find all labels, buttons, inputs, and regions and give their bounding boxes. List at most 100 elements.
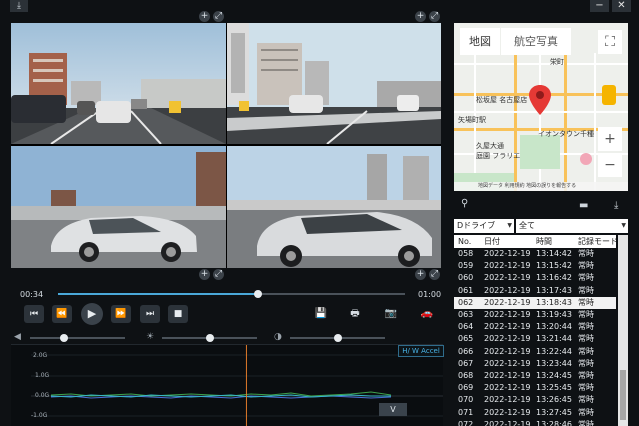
table-row[interactable]: 060 2022-12-19 13:16:42 常時 xyxy=(454,272,616,285)
cell-date: 2022-12-19 xyxy=(484,407,531,417)
cell-mode: 常時 xyxy=(578,249,594,258)
map-panel[interactable]: 地図 航空写真 ⛶ + − 栄町 松坂屋 名古屋店 矢場町駅 イオンタウン千種 … xyxy=(454,23,628,191)
scrollbar-thumb[interactable] xyxy=(620,370,626,420)
contrast-handle[interactable] xyxy=(333,334,342,342)
zoom-in-icon[interactable]: + xyxy=(415,11,426,22)
stop-button[interactable]: ■ xyxy=(168,305,188,323)
location-icon[interactable]: ⚲ xyxy=(461,198,468,210)
cell-date: 2022-12-19 xyxy=(484,346,531,356)
cell-date: 2022-12-19 xyxy=(484,273,531,283)
map-label: 栄町 xyxy=(550,58,564,66)
volume-slider[interactable] xyxy=(30,334,125,342)
header-time[interactable]: 時間 xyxy=(536,235,552,248)
expand-icon[interactable]: ⤢ xyxy=(429,269,440,280)
map-label: 松坂屋 名古屋店 xyxy=(476,96,528,104)
camera-snapshot-icon[interactable]: 📷 xyxy=(384,308,398,320)
table-row[interactable]: 071 2022-12-19 13:27:45 常時 xyxy=(454,406,616,419)
zoom-in-icon[interactable]: + xyxy=(415,269,426,280)
folder-icon[interactable]: ▬ xyxy=(579,200,588,212)
table-row[interactable]: 065 2022-12-19 13:21:44 常時 xyxy=(454,333,616,346)
map-tab[interactable]: 地図 xyxy=(460,28,500,55)
cell-mode: 常時 xyxy=(578,334,594,344)
recording-list[interactable]: No. 日付 時間 記録モード 058 2022-12-19 13:14:42 常時 0… xyxy=(454,235,616,426)
camera-front[interactable] xyxy=(11,23,226,144)
header-date[interactable]: 日付 xyxy=(484,235,500,248)
table-row[interactable]: 067 2022-12-19 13:23:44 常時 xyxy=(454,357,616,370)
cell-no: 063 xyxy=(458,310,474,319)
zoom-out-button[interactable]: − xyxy=(598,153,622,177)
cell-date: 2022-12-19 xyxy=(484,261,531,271)
zoom-in-icon[interactable]: + xyxy=(199,11,210,22)
header-no[interactable]: No. xyxy=(458,235,471,248)
accel-toggle-button[interactable]: H/ W Accel xyxy=(398,345,444,357)
cell-no: 065 xyxy=(458,334,474,344)
camera-rear[interactable] xyxy=(227,146,441,268)
cell-no: 072 xyxy=(458,419,474,426)
cell-time: 13:17:43 xyxy=(536,285,572,295)
cell-no: 062 xyxy=(458,297,474,307)
street-view-icon[interactable] xyxy=(602,85,616,105)
cell-mode: 常時 xyxy=(578,273,594,283)
zoom-in-icon[interactable]: + xyxy=(199,269,210,280)
expand-icon[interactable]: ⤢ xyxy=(429,11,440,22)
rewind-button[interactable]: ⏪ xyxy=(52,305,72,323)
cell-no: 070 xyxy=(458,395,474,405)
fullscreen-icon[interactable]: ⛶ xyxy=(598,30,622,54)
satellite-tab[interactable]: 航空写真 xyxy=(501,28,571,55)
prev-button[interactable]: ⏮ xyxy=(24,305,44,323)
table-row[interactable]: 070 2022-12-19 13:26:45 常時 xyxy=(454,394,616,407)
current-time: 00:34 xyxy=(20,290,44,299)
print-icon[interactable]: 🖶 xyxy=(348,308,362,320)
minimize-button[interactable]: − xyxy=(590,0,609,12)
cell-time: 13:21:44 xyxy=(536,334,572,344)
cell-time: 13:24:45 xyxy=(536,371,572,380)
map-label: 庭園 フラリエ xyxy=(476,152,521,160)
forward-button[interactable]: ⏩ xyxy=(111,305,131,323)
cell-mode: 常時 xyxy=(578,285,594,295)
seek-handle[interactable] xyxy=(254,290,263,298)
table-row[interactable]: 061 2022-12-19 13:17:43 常時 xyxy=(454,284,616,297)
v-button[interactable]: V xyxy=(379,403,407,416)
drive-select[interactable]: Dドライブ ▼ xyxy=(454,219,514,233)
total-time: 01:00 xyxy=(418,290,442,299)
cell-time: 13:25:45 xyxy=(536,383,572,393)
download-button[interactable]: ⤓ xyxy=(10,0,28,12)
expand-icon[interactable]: ⤢ xyxy=(213,11,224,22)
cell-mode: 常時 xyxy=(578,346,594,356)
volume-handle[interactable] xyxy=(60,334,69,342)
cell-no: 068 xyxy=(458,371,474,380)
camera-left[interactable] xyxy=(11,146,226,268)
table-row[interactable]: 068 2022-12-19 13:24:45 常時 xyxy=(454,370,616,383)
cell-time: 13:14:42 xyxy=(536,249,572,258)
chevron-down-icon: ▼ xyxy=(507,222,512,229)
brightness-handle[interactable] xyxy=(205,334,214,342)
table-row[interactable]: 063 2022-12-19 13:19:43 常時 xyxy=(454,309,616,322)
table-row[interactable]: 059 2022-12-19 13:15:42 常時 xyxy=(454,260,616,273)
zoom-in-button[interactable]: + xyxy=(598,127,622,151)
brightness-slider[interactable] xyxy=(162,334,257,342)
seek-bar[interactable] xyxy=(58,290,405,298)
y-label: 1.0G xyxy=(35,372,50,379)
camera-right[interactable] xyxy=(227,23,441,144)
table-row[interactable]: 064 2022-12-19 13:20:44 常時 xyxy=(454,321,616,334)
table-row[interactable]: 058 2022-12-19 13:14:42 常時 xyxy=(454,248,616,261)
save-icon[interactable]: 💾 xyxy=(314,308,328,320)
play-button[interactable]: ▶ xyxy=(81,303,103,325)
table-row[interactable]: 062 2022-12-19 13:18:43 常時 xyxy=(454,296,616,309)
contrast-slider[interactable] xyxy=(290,334,385,342)
contrast-icon: ◑ xyxy=(274,332,282,342)
table-row[interactable]: 069 2022-12-19 13:25:45 常時 xyxy=(454,382,616,395)
close-button[interactable]: ✕ xyxy=(612,0,631,12)
header-mode[interactable]: 記録モード xyxy=(578,235,616,248)
step-button[interactable]: ⏭ xyxy=(140,305,160,323)
expand-icon[interactable]: ⤢ xyxy=(213,269,224,280)
list-scrollbar[interactable] xyxy=(618,235,628,426)
cell-date: 2022-12-19 xyxy=(484,310,531,319)
car-icon[interactable]: 🚗 xyxy=(420,308,434,320)
download-icon[interactable]: ⤓ xyxy=(614,200,618,212)
cell-mode: 常時 xyxy=(578,358,594,368)
table-row[interactable]: 066 2022-12-19 13:22:44 常時 xyxy=(454,345,616,358)
table-row[interactable]: 072 2022-12-19 13:28:46 常時 xyxy=(454,418,616,426)
filter-select[interactable]: 全て ▼ xyxy=(516,219,628,233)
cell-date: 2022-12-19 xyxy=(484,383,531,393)
